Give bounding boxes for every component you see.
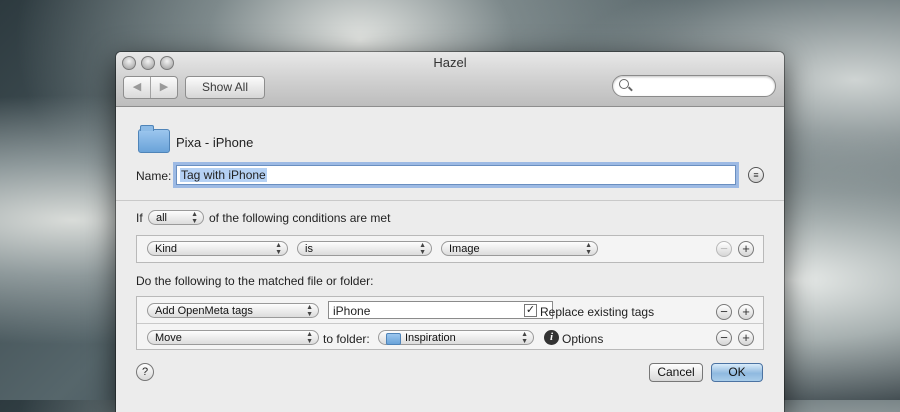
replace-tags-label: Replace existing tags — [540, 305, 655, 319]
conditions-box: Kind ▲ ▼ is ▲ ▼ Image ▲ ▼ − + — [136, 235, 764, 263]
popup-arrows-icon: ▲ ▼ — [306, 331, 313, 345]
popup-arrows-icon: ▲ ▼ — [521, 331, 528, 345]
popup-arrows-icon: ▲ ▼ — [306, 304, 313, 318]
cancel-button[interactable]: Cancel — [649, 363, 703, 382]
ok-button[interactable]: OK — [711, 363, 763, 382]
folder-icon — [138, 125, 170, 153]
replace-tags-checkbox[interactable]: ✓ — [524, 304, 537, 317]
condition-attribute: Kind — [155, 243, 178, 255]
folder-icon — [386, 333, 401, 345]
condition-value-popup[interactable]: Image ▲ ▼ — [441, 241, 598, 256]
popup-arrows-icon: ▲ ▼ — [191, 211, 198, 225]
remove-condition-button[interactable]: − — [716, 241, 732, 257]
tag-input-value: iPhone — [333, 304, 371, 318]
actions-label: Do the following to the matched file or … — [136, 274, 374, 288]
options-label[interactable]: Options — [562, 332, 603, 346]
document-icon[interactable]: ≡ — [748, 167, 764, 183]
help-button[interactable]: ? — [136, 363, 154, 381]
rule-name-field[interactable]: Tag with iPhone — [176, 165, 736, 185]
title-bar: Hazel ◀ ▶ Show All — [116, 52, 784, 107]
back-button[interactable]: ◀ — [124, 77, 150, 98]
remove-action-2-button[interactable]: − — [716, 330, 732, 346]
popup-arrows-icon: ▲ ▼ — [585, 242, 592, 256]
match-popup[interactable]: all ▲ ▼ — [148, 210, 204, 225]
destination-folder-popup[interactable]: Inspiration ▲ ▼ — [378, 330, 534, 345]
condition-operator-popup[interactable]: is ▲ ▼ — [297, 241, 432, 256]
actions-box: Add OpenMeta tags ▲ ▼ iPhone ✓ Replace ex… — [136, 296, 764, 350]
action-divider — [137, 323, 763, 324]
add-action-2-button[interactable]: + — [738, 330, 754, 346]
show-all-button[interactable]: Show All — [185, 76, 265, 99]
name-label: Name: — [136, 169, 172, 183]
folder-name: Pixa - iPhone — [176, 135, 254, 150]
destination-folder-value: Inspiration — [405, 332, 456, 344]
add-condition-button[interactable]: + — [738, 241, 754, 257]
match-value: all — [156, 212, 168, 224]
search-field[interactable] — [612, 75, 776, 97]
rule-name-value: Tag with iPhone — [180, 168, 267, 182]
tag-input[interactable]: iPhone — [328, 301, 553, 319]
action-2-value: Move — [155, 332, 182, 344]
popup-arrows-icon: ▲ ▼ — [275, 242, 282, 256]
action-1-value: Add OpenMeta tags — [155, 305, 253, 317]
conditions-text: of the following conditions are met — [209, 211, 391, 225]
rule-sheet: Pixa - iPhone Name: Tag with iPhone ≡ If… — [116, 107, 784, 412]
remove-action-1-button[interactable]: − — [716, 304, 732, 320]
to-folder-label: to folder: — [323, 332, 370, 346]
forward-button[interactable]: ▶ — [150, 77, 177, 98]
action-2-popup[interactable]: Move ▲ ▼ — [147, 330, 319, 345]
condition-operator: is — [305, 243, 313, 255]
search-icon — [619, 79, 629, 89]
if-label: If — [136, 211, 143, 225]
divider — [116, 200, 784, 201]
action-1-popup[interactable]: Add OpenMeta tags ▲ ▼ — [147, 303, 319, 318]
window-title: Hazel — [433, 55, 467, 70]
popup-arrows-icon: ▲ ▼ — [419, 242, 426, 256]
nav-segment: ◀ ▶ — [123, 76, 178, 99]
add-action-1-button[interactable]: + — [738, 304, 754, 320]
condition-value: Image — [449, 243, 480, 255]
hazel-window: Hazel ◀ ▶ Show All Pixa - iPhone Name: T… — [116, 52, 784, 412]
info-icon[interactable]: i — [544, 330, 559, 345]
condition-attribute-popup[interactable]: Kind ▲ ▼ — [147, 241, 288, 256]
